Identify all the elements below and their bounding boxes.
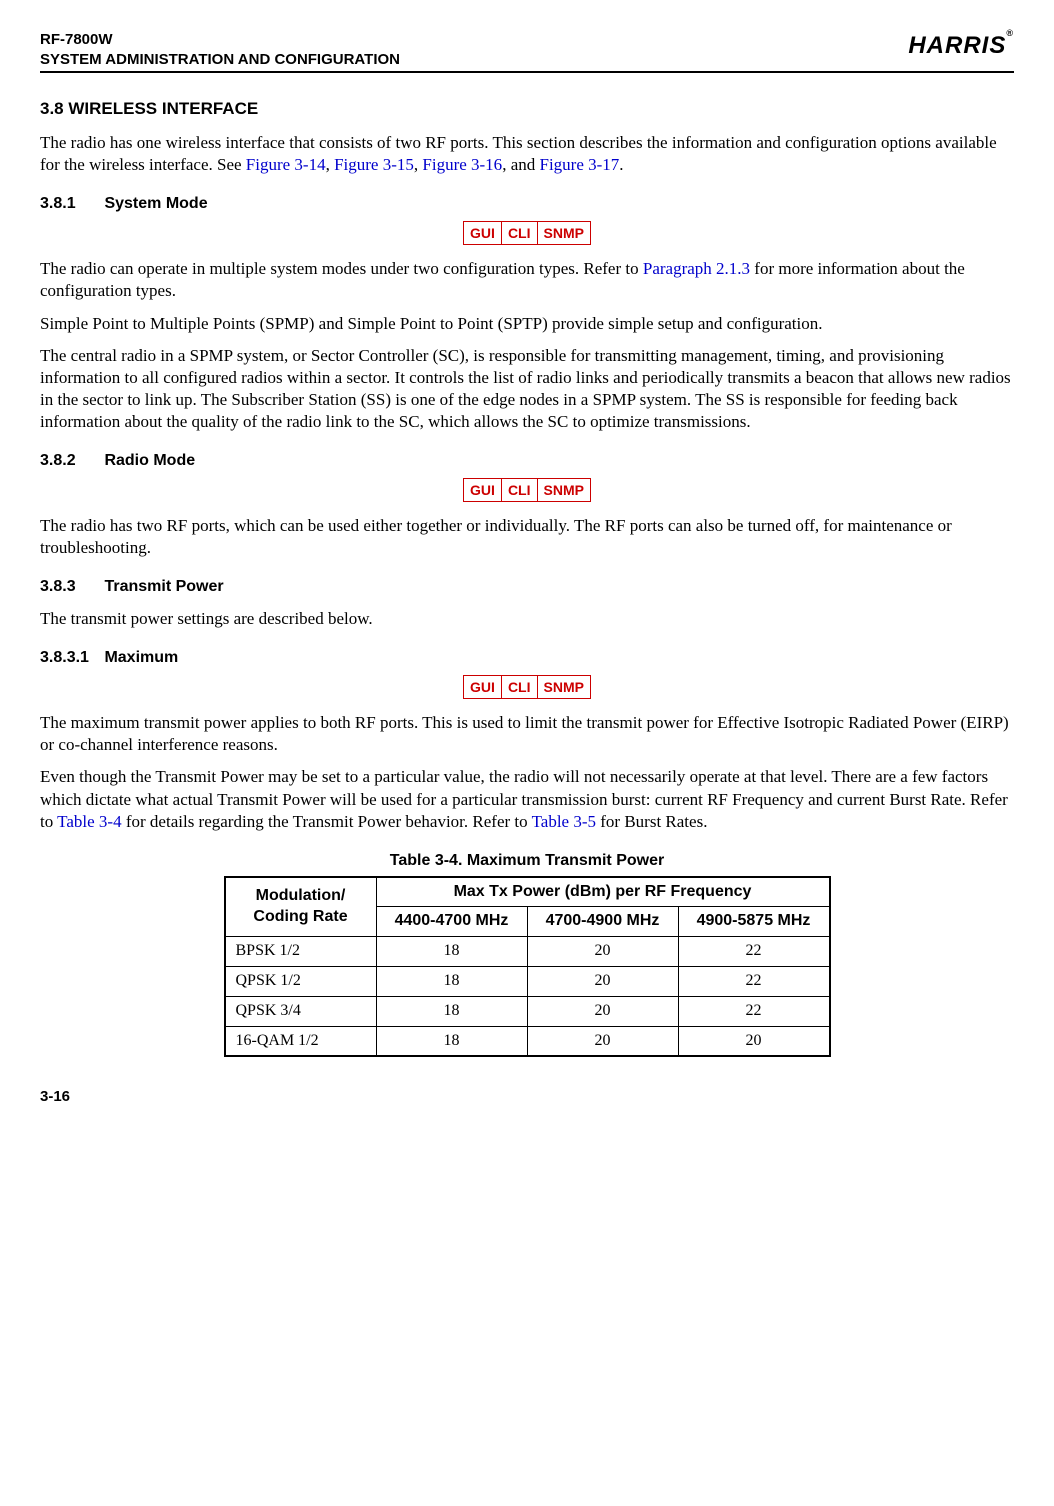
section-3-8-1-p2: Simple Point to Multiple Points (SPMP) a… — [40, 313, 1014, 335]
section-3-8-paragraph: The radio has one wireless interface tha… — [40, 132, 1014, 176]
table-cell: 18 — [376, 937, 527, 967]
product-name: RF-7800W — [40, 31, 113, 48]
link-figure-3-17[interactable]: Figure 3-17 — [539, 155, 619, 174]
section-3-8-3-p1: The transmit power settings are describe… — [40, 608, 1014, 630]
section-3-8-3-heading: 3.8.3 Transmit Power — [40, 577, 1014, 598]
brand-text: HARRIS — [908, 32, 1006, 59]
table-cell: 20 — [527, 1026, 678, 1056]
table-3-4: Modulation/ Coding Rate Max Tx Power (dB… — [224, 876, 831, 1058]
section-3-8-2-p1: The radio has two RF ports, which can be… — [40, 515, 1014, 559]
table-cell: 20 — [678, 1026, 830, 1056]
table-cell: 18 — [376, 1026, 527, 1056]
heading-title: Transmit Power — [104, 578, 223, 595]
page-number: 3-16 — [40, 1087, 1014, 1107]
heading-title: Radio Mode — [104, 452, 195, 469]
badge-snmp: SNMP — [537, 478, 590, 501]
table-cell: 18 — [376, 966, 527, 996]
section-3-8-1-heading: 3.8.1 System Mode — [40, 194, 1014, 215]
heading-title: Maximum — [104, 649, 178, 666]
page-header: RF-7800W SYSTEM ADMINISTRATION AND CONFI… — [40, 30, 1014, 73]
heading-number: 3.8.2 — [40, 451, 100, 472]
heading-title: System Mode — [104, 195, 207, 212]
table-cell: 20 — [527, 937, 678, 967]
table-row: QPSK 1/2 18 20 22 — [225, 966, 830, 996]
table-cell: QPSK 3/4 — [225, 996, 377, 1026]
table-cell: 22 — [678, 966, 830, 996]
section-3-8-1-p1: The radio can operate in multiple system… — [40, 258, 1014, 302]
table-cell: BPSK 1/2 — [225, 937, 377, 967]
table-header-freq2: 4700-4900 MHz — [527, 907, 678, 937]
table-cell: QPSK 1/2 — [225, 966, 377, 996]
section-3-8-3-1-p2: Even though the Transmit Power may be se… — [40, 766, 1014, 832]
interface-badges: GUI CLI SNMP — [40, 478, 1014, 505]
table-row: BPSK 1/2 18 20 22 — [225, 937, 830, 967]
section-3-8-heading: 3.8 WIRELESS INTERFACE — [40, 98, 1014, 120]
badge-cli: CLI — [501, 222, 537, 245]
heading-number: 3.8.3 — [40, 577, 100, 598]
heading-number: 3.8.1 — [40, 194, 100, 215]
link-paragraph-2-1-3[interactable]: Paragraph 2.1.3 — [643, 259, 750, 278]
section-3-8-3-1-heading: 3.8.3.1 Maximum — [40, 648, 1014, 669]
registered-icon: ® — [1006, 28, 1014, 38]
table-row: 16-QAM 1/2 18 20 20 — [225, 1026, 830, 1056]
badge-snmp: SNMP — [537, 675, 590, 698]
badge-cli: CLI — [501, 675, 537, 698]
badge-snmp: SNMP — [537, 222, 590, 245]
link-figure-3-16[interactable]: Figure 3-16 — [422, 155, 502, 174]
badge-gui: GUI — [464, 478, 502, 501]
doc-section: SYSTEM ADMINISTRATION AND CONFIGURATION — [40, 51, 400, 68]
badge-cli: CLI — [501, 478, 537, 501]
section-3-8-2-heading: 3.8.2 Radio Mode — [40, 451, 1014, 472]
interface-badges: GUI CLI SNMP — [40, 675, 1014, 702]
section-3-8-1-p3: The central radio in a SPMP system, or S… — [40, 345, 1014, 433]
heading-number: 3.8.3.1 — [40, 648, 100, 669]
table-cell: 16-QAM 1/2 — [225, 1026, 377, 1056]
section-3-8-3-1-p1: The maximum transmit power applies to bo… — [40, 712, 1014, 756]
badge-gui: GUI — [464, 222, 502, 245]
link-figure-3-15[interactable]: Figure 3-15 — [334, 155, 414, 174]
header-title: RF-7800W SYSTEM ADMINISTRATION AND CONFI… — [40, 30, 400, 69]
brand-logo: HARRIS® — [908, 30, 1014, 61]
table-cell: 20 — [527, 996, 678, 1026]
link-table-3-4[interactable]: Table 3-4 — [57, 812, 121, 831]
table-header-freq3: 4900-5875 MHz — [678, 907, 830, 937]
table-header-freq1: 4400-4700 MHz — [376, 907, 527, 937]
badge-gui: GUI — [464, 675, 502, 698]
table-header-maxtx: Max Tx Power (dBm) per RF Frequency — [376, 877, 830, 907]
table-header-modulation: Modulation/ Coding Rate — [225, 877, 377, 937]
link-table-3-5[interactable]: Table 3-5 — [532, 812, 596, 831]
table-cell: 20 — [527, 966, 678, 996]
table-3-4-caption: Table 3-4. Maximum Transmit Power — [40, 851, 1014, 872]
link-figure-3-14[interactable]: Figure 3-14 — [246, 155, 326, 174]
table-cell: 18 — [376, 996, 527, 1026]
table-cell: 22 — [678, 996, 830, 1026]
interface-badges: GUI CLI SNMP — [40, 221, 1014, 248]
table-row: QPSK 3/4 18 20 22 — [225, 996, 830, 1026]
table-cell: 22 — [678, 937, 830, 967]
